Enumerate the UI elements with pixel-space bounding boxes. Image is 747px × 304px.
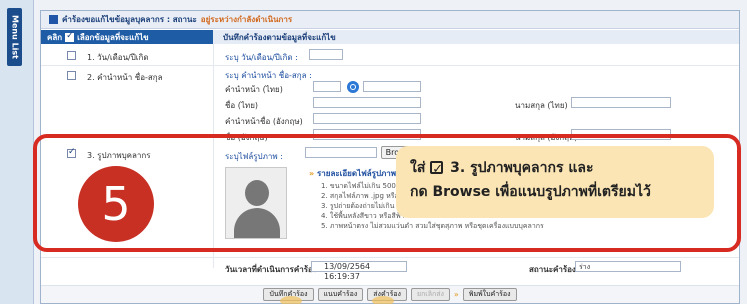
click-label: คลิก <box>47 32 63 42</box>
panel-title-bar: คำร้องขอแก้ไขข้อมูลบุคลากร : สถานะ อยู่ร… <box>41 11 739 29</box>
highlight-glow-mark <box>372 296 394 304</box>
row1-label: 1. วัน/เดือน/ปีเกิด <box>87 53 149 62</box>
menu-list-tab[interactable]: Menu List <box>7 8 22 66</box>
prefix-th-label: คำนำหน้า (ไทย) <box>225 85 283 94</box>
panel-status: อยู่ระหว่างกำลังดำเนินการ <box>200 15 293 24</box>
callout-line-1-text: 3. รูปภาพบุคลากร และ <box>450 160 594 176</box>
prefix-en-input[interactable] <box>313 113 421 124</box>
surname-th-input[interactable] <box>571 97 671 108</box>
row2-field-label: ระบุ คำนำหน้า ชื่อ-สกุล : <box>225 71 312 80</box>
record-column-header: บันทึกคำร้องตามข้อมูลที่จะแก้ไข <box>213 30 739 44</box>
name-th-label: ชื่อ (ไทย) <box>225 101 259 110</box>
double-arrow-icon: » <box>453 290 459 299</box>
record-column-label: บันทึกคำร้องตามข้อมูลที่จะแก้ไข <box>223 32 336 42</box>
callout-line-1: ใส่ 3. รูปภาพบุคลากร และ <box>410 156 700 182</box>
highlight-glow-mark <box>280 296 302 304</box>
row1-field-label: ระบุ วัน/เดือน/ปีเกิด : <box>225 53 298 62</box>
search-icon[interactable] <box>347 81 359 93</box>
menu-list-label: Menu List <box>10 15 19 59</box>
cancel-send-button[interactable]: ยกเลิกส่ง <box>410 288 450 301</box>
title-square-icon <box>49 15 58 24</box>
row-divider <box>41 257 739 258</box>
name-th-input[interactable] <box>313 97 421 108</box>
attach-request-button[interactable]: แนบคำร้อง <box>317 288 364 301</box>
row2-checkbox[interactable] <box>67 71 76 80</box>
request-status-value: ร่าง <box>575 261 681 272</box>
birthdate-input[interactable] <box>309 49 343 60</box>
checkbox-checked-icon <box>430 158 444 182</box>
sidebar-strip: Menu List <box>0 0 34 304</box>
prefix-en-label: คำนำหน้าชื่อ (อังกฤษ) <box>225 117 303 126</box>
row2-label: 2. คำนำหน้า ชื่อ-สกุล <box>87 73 163 82</box>
table-header: คลิก เลือกข้อมูลที่จะแก้ไข บันทึกคำร้องต… <box>41 30 739 44</box>
datetime-label: วันเวลาที่ดำเนินการคำร้อง <box>225 265 317 274</box>
row1-checkbox[interactable] <box>67 51 76 60</box>
prefix-th-display <box>363 81 421 92</box>
callout-prefix: ใส่ <box>410 160 426 176</box>
instruction-callout: ใส่ 3. รูปภาพบุคลากร และ กด Browse เพื่อ… <box>396 146 714 218</box>
callout-line-2: กด Browse เพื่อแนบรูปภาพที่เตรียมไว้ <box>410 184 651 200</box>
select-column-label: เลือกข้อมูลที่จะแก้ไข <box>77 32 149 42</box>
select-column-header: คลิก เลือกข้อมูลที่จะแก้ไข <box>41 30 213 44</box>
surname-th-label: นามสกุล (ไทย) <box>515 101 568 110</box>
row-divider <box>41 65 739 66</box>
step-number-badge: 5 <box>78 166 154 242</box>
select-all-checkbox[interactable] <box>65 31 75 42</box>
request-status-label: สถานะคำร้อง <box>529 265 576 274</box>
prefix-th-input[interactable] <box>313 81 341 92</box>
print-request-button[interactable]: พิมพ์ใบคำร้อง <box>462 288 517 301</box>
panel-title: คำร้องขอแก้ไขข้อมูลบุคลากร : สถานะ <box>62 15 197 24</box>
datetime-value: 13/09/2564 16:19:37 <box>311 261 407 281</box>
